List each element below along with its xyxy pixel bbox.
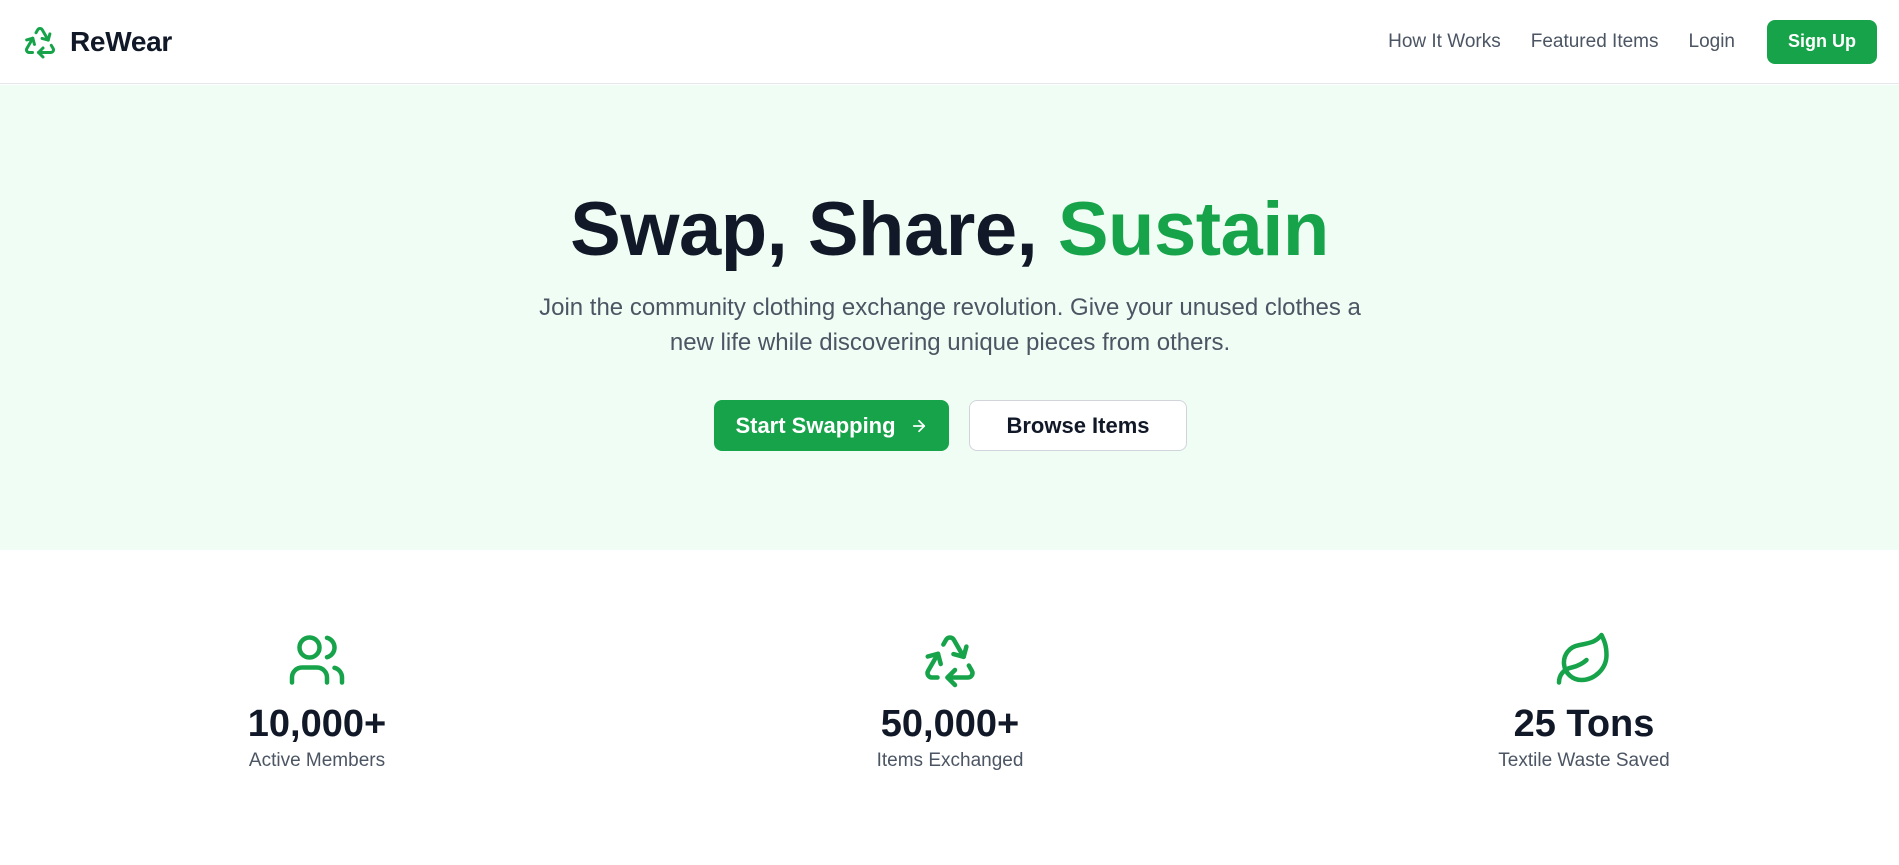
stat-textile-waste-saved: 25 Tons Textile Waste Saved [1424, 630, 1744, 772]
hero-subtitle: Join the community clothing exchange rev… [539, 294, 1361, 356]
stat-value: 10,000+ [247, 703, 387, 745]
main-nav: How It Works Featured Items Login Sign U… [1358, 19, 1877, 64]
stat-items-exchanged: 50,000+ Items Exchanged [790, 630, 1110, 772]
recycle-icon [925, 635, 975, 688]
stat-label: Textile Waste Saved [1498, 750, 1670, 771]
leaf-icon [1556, 632, 1609, 685]
brand-name: ReWear [70, 25, 172, 57]
sign-up-button[interactable]: Sign Up [1767, 19, 1877, 64]
start-swapping-label: Start Swapping [735, 412, 896, 438]
nav-login[interactable]: Login [1689, 31, 1736, 53]
hero-section: Swap, Share, Sustain Join the community … [0, 85, 1899, 550]
arrow-right-icon [912, 419, 925, 432]
site-header: ReWear How It Works Featured Items Login… [0, 0, 1899, 84]
stat-value: 25 Tons [1513, 703, 1655, 745]
hero-title: Swap, Share, Sustain [0, 185, 1899, 275]
start-swapping-button[interactable]: Start Swapping [714, 400, 949, 451]
stat-label: Items Exchanged [876, 750, 1024, 771]
hero-title-main: Swap, Share, [570, 187, 1038, 272]
stat-label: Active Members [248, 750, 386, 771]
browse-items-button[interactable]: Browse Items [969, 400, 1187, 451]
nav-how-it-works[interactable]: How It Works [1388, 31, 1501, 53]
recycle-icon [25, 26, 55, 58]
stat-value: 50,000+ [880, 703, 1020, 745]
brand-logo[interactable]: ReWear [22, 24, 172, 60]
hero-title-accent: Sustain [1057, 187, 1330, 272]
stat-active-members: 10,000+ Active Members [157, 630, 477, 772]
nav-featured-items[interactable]: Featured Items [1531, 31, 1659, 53]
users-icon [289, 635, 345, 685]
